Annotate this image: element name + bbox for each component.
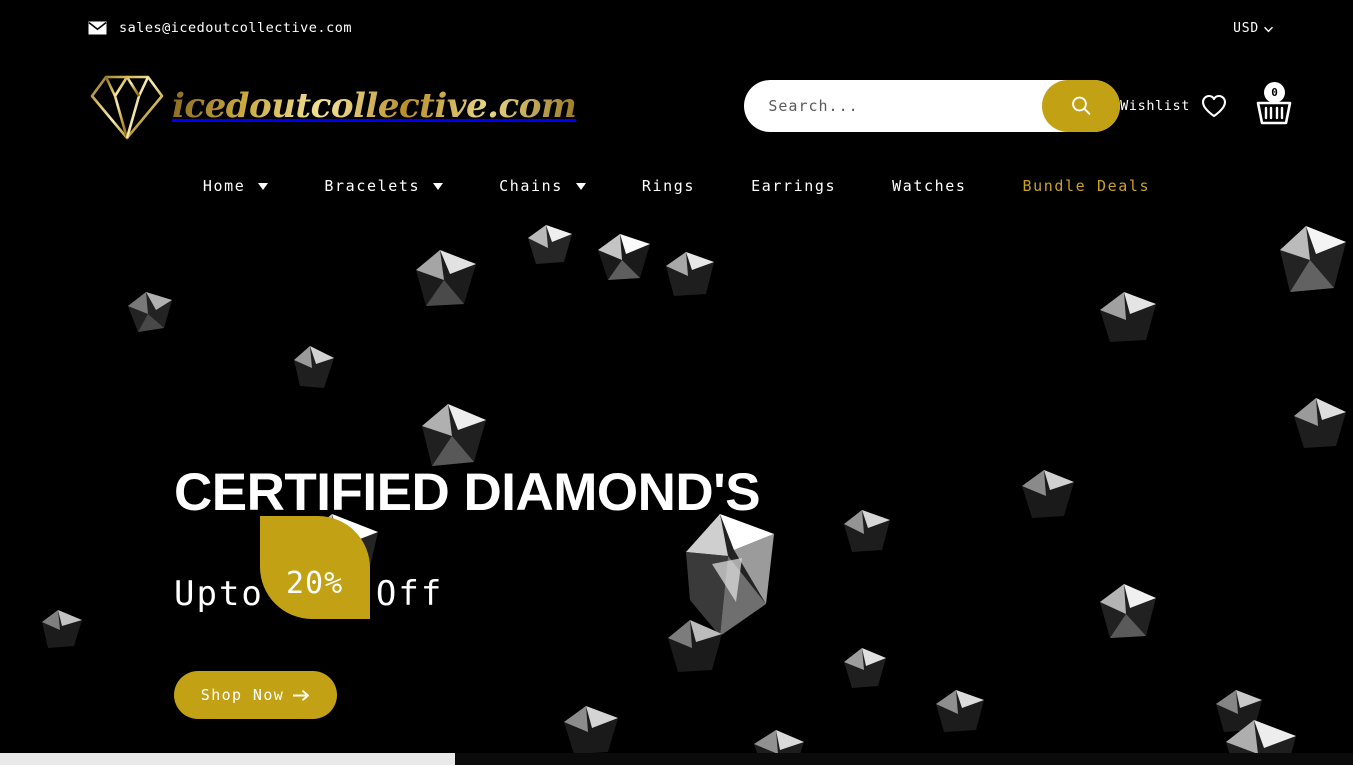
hero-sub-prefix: Upto [174, 574, 264, 614]
email-address-text: sales@icedoutcollective.com [119, 20, 352, 36]
currency-label: USD [1233, 20, 1259, 36]
shop-now-label: Shop Now [200, 686, 285, 704]
search-icon [1070, 95, 1092, 117]
header-actions: Wishlist 0 [1120, 82, 1293, 128]
nav-label: Home [202, 177, 246, 195]
nav-item-bundle-deals[interactable]: Bundle Deals [995, 177, 1179, 195]
hero-title: CERTIFIED DIAMOND'S [174, 463, 761, 522]
cart-count-badge: 0 [1264, 82, 1285, 103]
site-header: icedoutcollective.com Wishlist 0 [0, 56, 1353, 156]
nav-item-home[interactable]: Home [175, 177, 297, 195]
top-bar: sales@icedoutcollective.com USD [0, 0, 1353, 56]
nav-label: Rings [641, 177, 696, 195]
chevron-down-icon [1264, 23, 1273, 34]
envelope-icon [88, 21, 107, 35]
currency-selector[interactable]: USD [1233, 21, 1273, 36]
nav-item-earrings[interactable]: Earrings [723, 177, 864, 195]
scrollbar-thumb[interactable] [0, 753, 455, 765]
brand-name-text: icedoutcollective.com [172, 86, 577, 126]
nav-label: Bundle Deals [1022, 177, 1151, 195]
wishlist-button[interactable]: Wishlist [1120, 94, 1227, 118]
caret-down-icon [258, 182, 269, 190]
search-submit-button[interactable] [1042, 80, 1121, 132]
nav-item-rings[interactable]: Rings [614, 177, 723, 195]
nav-item-watches[interactable]: Watches [864, 177, 994, 195]
hero-subtitle: Upto 20% Off [174, 516, 760, 625]
hero-banner: CERTIFIED DIAMOND'S Upto 20% Off Shop No… [0, 216, 1353, 753]
arrow-right-icon [293, 689, 310, 701]
hero-content: CERTIFIED DIAMOND'S Upto 20% Off Shop No… [174, 463, 761, 719]
search-bar[interactable] [744, 80, 1121, 132]
caret-down-icon [433, 182, 444, 190]
caret-down-icon [575, 182, 586, 190]
cart-button[interactable]: 0 [1255, 82, 1293, 128]
diamond-logo-icon [88, 68, 166, 144]
nav-item-bracelets[interactable]: Bracelets [296, 177, 471, 195]
brand-logo-link[interactable]: icedoutcollective.com [88, 68, 577, 144]
hero-sub-suffix: Off [375, 574, 444, 614]
nav-label: Chains [499, 177, 563, 195]
discount-percent-text: 20% [286, 566, 344, 601]
nav-label: Earrings [751, 177, 837, 195]
shop-now-button[interactable]: Shop Now [174, 671, 337, 719]
nav-label: Watches [892, 177, 967, 195]
nav-item-chains[interactable]: Chains [471, 177, 614, 195]
wishlist-label: Wishlist [1120, 98, 1190, 114]
nav-label: Bracelets [324, 177, 421, 195]
horizontal-scrollbar[interactable] [0, 753, 1353, 765]
main-navigation: Home Bracelets Chains Rings Earrings Wat… [0, 156, 1353, 216]
contact-email-link[interactable]: sales@icedoutcollective.com [88, 20, 352, 36]
heart-icon [1201, 94, 1227, 118]
